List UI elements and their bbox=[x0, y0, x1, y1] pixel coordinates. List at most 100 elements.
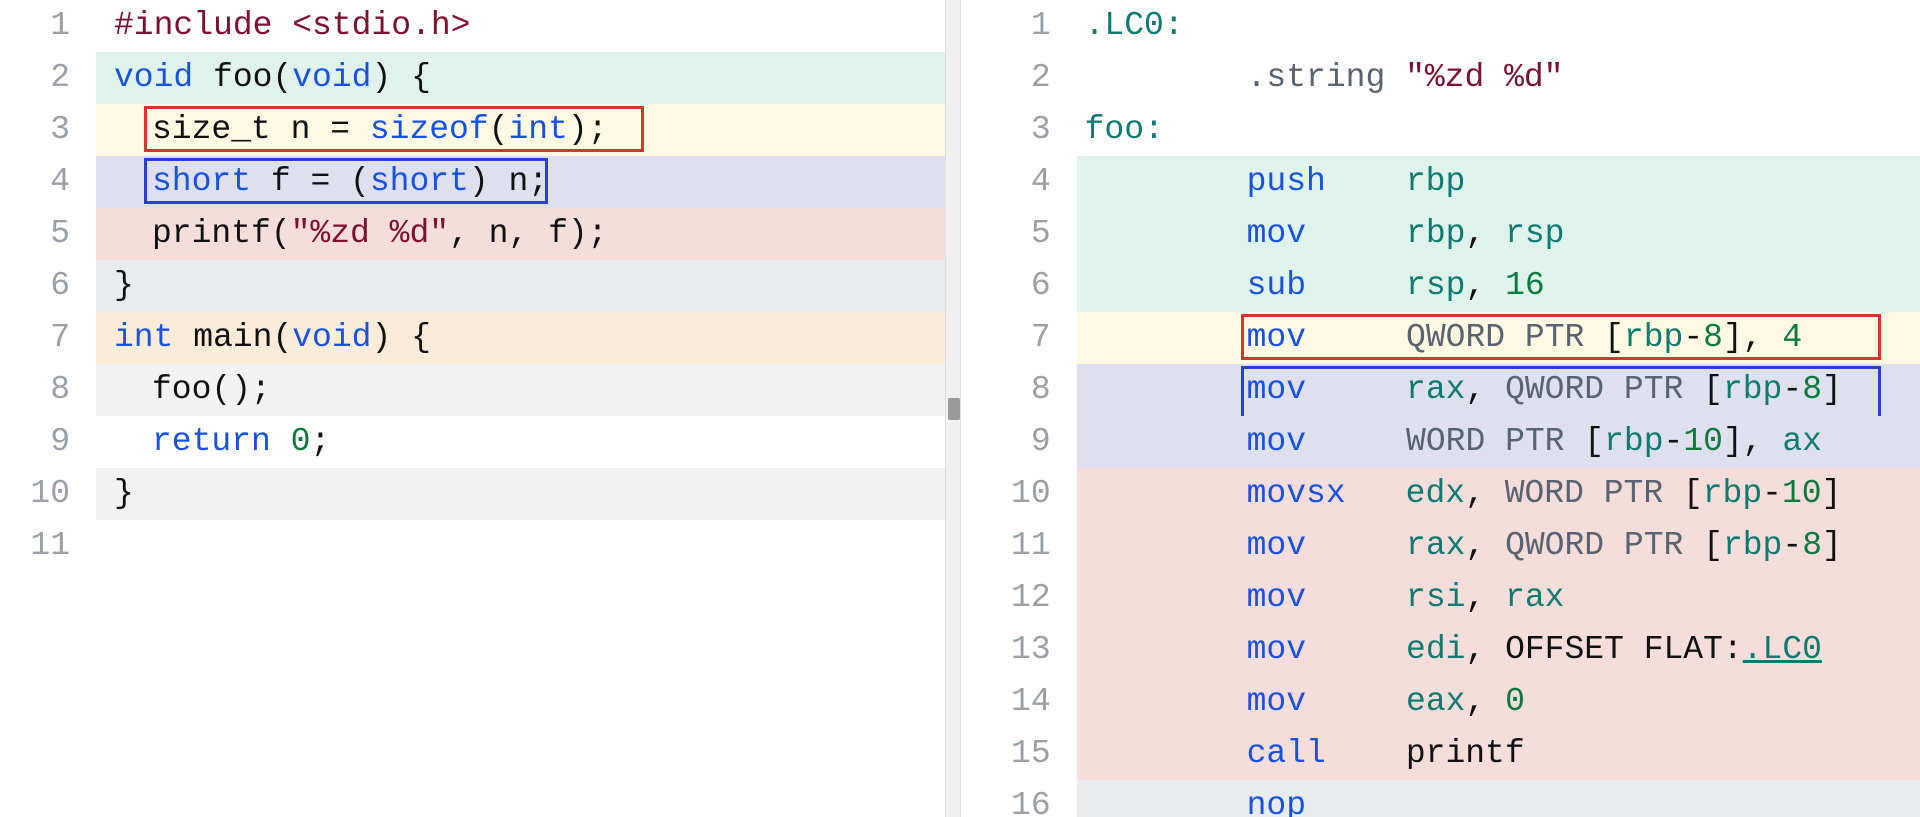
divider-handle-icon[interactable] bbox=[948, 398, 960, 420]
asm-line[interactable]: 6subrsp, 16 bbox=[961, 260, 1920, 312]
asm-line[interactable]: 11movrax, QWORD PTR [rbp-8] bbox=[961, 520, 1920, 572]
code-token: 8 bbox=[1802, 364, 1822, 416]
line-number: 12 bbox=[961, 572, 1077, 624]
code-token: foo: bbox=[1085, 104, 1164, 156]
line-number: 13 bbox=[961, 624, 1077, 676]
code-token: ) { bbox=[371, 52, 430, 104]
asm-line[interactable]: 10movsxedx, WORD PTR [rbp-10] bbox=[961, 468, 1920, 520]
line-content: } bbox=[96, 468, 945, 520]
code-token: rbp bbox=[1406, 156, 1465, 208]
label-link[interactable]: .LC0 bbox=[1743, 624, 1822, 676]
code-token: 0 bbox=[1505, 676, 1525, 728]
code-token: rsp bbox=[1505, 208, 1564, 260]
code-token: mov bbox=[1247, 520, 1306, 572]
code-line[interactable]: 5printf("%zd %d", n, f); bbox=[0, 208, 945, 260]
code-token: mov bbox=[1247, 572, 1306, 624]
line-content: nop bbox=[1077, 780, 1920, 817]
code-token: 10 bbox=[1782, 468, 1822, 520]
code-token bbox=[271, 416, 291, 468]
code-token: - bbox=[1782, 520, 1802, 572]
asm-line[interactable]: 5movrbp, rsp bbox=[961, 208, 1920, 260]
code-token: mov bbox=[1247, 312, 1306, 364]
line-content: movrax, QWORD PTR [rbp-8] bbox=[1077, 520, 1920, 572]
asm-line[interactable]: 16nop bbox=[961, 780, 1920, 817]
code-token: short bbox=[370, 156, 469, 208]
code-token: 4 bbox=[1782, 312, 1802, 364]
code-token: 8 bbox=[1703, 312, 1723, 364]
code-line[interactable]: 8foo(); bbox=[0, 364, 945, 416]
line-number: 5 bbox=[0, 208, 96, 260]
asm-line[interactable]: 4pushrbp bbox=[961, 156, 1920, 208]
code-token bbox=[1584, 468, 1604, 520]
code-token: ], bbox=[1723, 416, 1782, 468]
code-token: ( bbox=[489, 104, 509, 156]
code-token: ; bbox=[310, 416, 330, 468]
asm-line[interactable]: 15callprintf bbox=[961, 728, 1920, 780]
asm-line[interactable]: 9movWORD PTR [rbp-10], ax bbox=[961, 416, 1920, 468]
line-number: 7 bbox=[0, 312, 96, 364]
code-line[interactable]: 10} bbox=[0, 468, 945, 520]
code-line[interactable]: 3size_t n = sizeof(int); bbox=[0, 104, 945, 156]
code-token: int bbox=[508, 104, 567, 156]
code-token: rbp bbox=[1624, 312, 1683, 364]
line-number: 1 bbox=[0, 0, 96, 52]
code-token: } bbox=[114, 468, 134, 520]
line-number: 10 bbox=[0, 468, 96, 520]
code-token: PTR bbox=[1505, 416, 1564, 468]
code-token: rbp bbox=[1703, 468, 1762, 520]
asm-line[interactable]: 1.LC0: bbox=[961, 0, 1920, 52]
code-token: PTR bbox=[1525, 312, 1584, 364]
code-token: [ bbox=[1663, 468, 1703, 520]
code-token: size_t n = bbox=[152, 104, 370, 156]
code-token: [ bbox=[1565, 416, 1605, 468]
line-content: movrbp, rsp bbox=[1077, 208, 1920, 260]
line-content bbox=[96, 520, 945, 572]
code-line[interactable]: 2void foo(void) { bbox=[0, 52, 945, 104]
asm-line[interactable]: 3foo: bbox=[961, 104, 1920, 156]
asm-line[interactable]: 13movedi, OFFSET FLAT:.LC0 bbox=[961, 624, 1920, 676]
code-line[interactable]: 6} bbox=[0, 260, 945, 312]
asm-line[interactable]: 12movrsi, rax bbox=[961, 572, 1920, 624]
code-line[interactable]: 11 bbox=[0, 520, 945, 572]
code-token: push bbox=[1247, 156, 1326, 208]
asm-line[interactable]: 14moveax, 0 bbox=[961, 676, 1920, 728]
line-number: 6 bbox=[961, 260, 1077, 312]
code-token: mov bbox=[1247, 208, 1306, 260]
code-token: movsx bbox=[1247, 468, 1346, 520]
assembly-code[interactable]: 1.LC0:2.string "%zd %d"3foo:4pushrbp5mov… bbox=[961, 0, 1920, 817]
code-token: rbp bbox=[1604, 416, 1663, 468]
asm-line[interactable]: 8movrax, QWORD PTR [rbp-8] bbox=[961, 364, 1920, 416]
code-token bbox=[1505, 312, 1525, 364]
code-line[interactable]: 1#include <stdio.h> bbox=[0, 0, 945, 52]
code-token: eax bbox=[1406, 676, 1465, 728]
line-number: 4 bbox=[0, 156, 96, 208]
code-token: rbp bbox=[1723, 520, 1782, 572]
line-content: return 0; bbox=[96, 416, 945, 468]
source-code[interactable]: 1#include <stdio.h>2void foo(void) {3siz… bbox=[0, 0, 945, 572]
code-token: edx bbox=[1406, 468, 1465, 520]
code-token: void bbox=[114, 52, 193, 104]
code-token: .LC0: bbox=[1085, 0, 1184, 52]
code-line[interactable]: 7int main(void) { bbox=[0, 312, 945, 364]
code-token: PTR bbox=[1624, 520, 1683, 572]
line-number: 2 bbox=[961, 52, 1077, 104]
code-token: , bbox=[1465, 572, 1505, 624]
code-token: , bbox=[1465, 208, 1505, 260]
asm-line[interactable]: 7movQWORD PTR [rbp-8], 4 bbox=[961, 312, 1920, 364]
line-content: movedi, OFFSET FLAT:.LC0 bbox=[1077, 624, 1920, 676]
asm-line[interactable]: 2.string "%zd %d" bbox=[961, 52, 1920, 104]
source-pane[interactable]: 1#include <stdio.h>2void foo(void) {3siz… bbox=[0, 0, 945, 817]
code-line[interactable]: 9return 0; bbox=[0, 416, 945, 468]
code-line[interactable]: 4short f = (short) n; bbox=[0, 156, 945, 208]
code-token: printf bbox=[1406, 728, 1525, 780]
code-token: , bbox=[1465, 676, 1505, 728]
code-token: } bbox=[114, 260, 134, 312]
line-content: } bbox=[96, 260, 945, 312]
assembly-pane[interactable]: 1.LC0:2.string "%zd %d"3foo:4pushrbp5mov… bbox=[961, 0, 1920, 817]
code-token: QWORD bbox=[1406, 312, 1505, 364]
line-content: movsxedx, WORD PTR [rbp-10] bbox=[1077, 468, 1920, 520]
code-token: , n, f); bbox=[449, 208, 607, 260]
code-token bbox=[1604, 364, 1624, 416]
pane-divider[interactable] bbox=[945, 0, 961, 817]
code-token: , bbox=[1465, 468, 1505, 520]
